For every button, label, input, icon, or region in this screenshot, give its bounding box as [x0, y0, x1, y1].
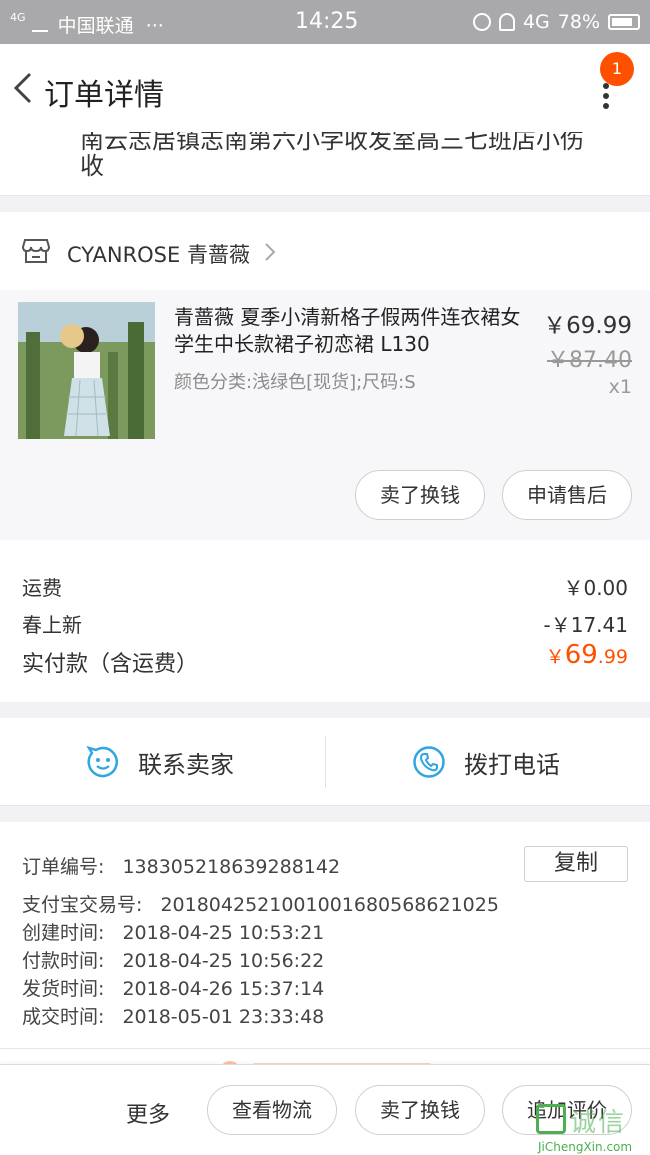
mute-bell-icon — [498, 13, 515, 31]
carrier-ellipsis: ··· — [145, 15, 164, 37]
status-right: 4G 78% — [472, 11, 640, 33]
carrier-name: 中国联通 — [57, 15, 134, 37]
call-phone-label: 拨打电话 — [464, 750, 560, 779]
more-button[interactable]: 更多 — [126, 1097, 170, 1129]
shipping-label: 运费 — [22, 576, 62, 600]
shipped-time-row: 发货时间: 2018-04-26 15:37:14 — [22, 974, 324, 1001]
store-icon — [22, 239, 50, 263]
notification-badge: 1 — [600, 52, 634, 86]
status-bar: 4G 中国联通 ··· 14:25 4G 78% — [0, 0, 650, 44]
back-arrow-icon[interactable] — [8, 68, 40, 108]
apply-after-sales-button[interactable]: 申请售后 — [502, 470, 632, 520]
alipay-number-value: 2018042521001001680568621025 — [160, 894, 499, 916]
created-time-value: 2018-04-25 10:53:21 — [122, 922, 325, 944]
network-tag: 4G — [10, 11, 26, 24]
discount-row: 春上新 -￥17.41 — [22, 609, 628, 638]
watermark-url: JiChengXin.com — [538, 1140, 633, 1154]
product-title[interactable]: 青蔷薇 夏季小清新格子假两件连衣裙女学生中长款裙子初恋裙 L130 — [174, 304, 530, 358]
order-number-value: 138305218639288142 — [122, 856, 341, 878]
created-time-row: 创建时间: 2018-04-25 10:53:21 — [22, 918, 324, 945]
shop-name[interactable]: CYANROSE 青蔷薇 — [67, 239, 250, 269]
completed-time-value: 2018-05-01 23:33:48 — [122, 1006, 325, 1028]
network-type: 4G — [522, 11, 550, 33]
contact-section: 联系卖家 拨打电话 — [0, 718, 650, 806]
completed-time-label: 成交时间: — [22, 1006, 105, 1028]
copy-order-number-button[interactable]: 复制 — [524, 846, 628, 882]
discount-value: -￥17.41 — [543, 613, 628, 637]
address-section: 南云志居镇志南第六小学收发室高三七班店小伤 收 — [0, 132, 650, 196]
watermark-text: 诚信 — [570, 1108, 627, 1138]
paid-label: 实付款（含运费） — [22, 652, 199, 677]
shipping-row: 运费 ￥0.00 — [22, 572, 628, 601]
chevron-right-icon[interactable] — [262, 240, 278, 264]
address-line-2: 收 — [80, 152, 104, 180]
product-sku: 颜色分类:浅绿色[现货];尺码:S — [174, 372, 416, 393]
product-price: ￥69.99 — [543, 313, 632, 339]
product-quantity: x1 — [608, 376, 632, 398]
contact-seller-button[interactable]: 联系卖家 — [86, 718, 234, 806]
page-title: 订单详情 — [44, 78, 164, 113]
shipping-value: ￥0.00 — [563, 576, 628, 600]
call-phone-button[interactable]: 拨打电话 — [412, 718, 560, 806]
sell-for-cash-bottom-button[interactable]: 卖了换钱 — [355, 1085, 485, 1135]
alipay-number-row: 支付宝交易号: 2018042521001001680568621025 — [22, 890, 499, 917]
contact-seller-label: 联系卖家 — [138, 750, 234, 779]
price-summary: 运费 ￥0.00 春上新 -￥17.41 实付款（含运费） ￥69.99 — [0, 540, 650, 702]
sell-for-cash-button[interactable]: 卖了换钱 — [355, 470, 485, 520]
order-number-row: 订单编号: 138305218639288142 — [22, 852, 340, 879]
paid-time-label: 付款时间: — [22, 950, 105, 972]
address-line-1: 南云志居镇志南第六小学收发室高三七班店小伤 — [80, 132, 584, 154]
paid-integer: 69 — [564, 640, 598, 670]
shipped-time-value: 2018-04-26 15:37:14 — [122, 978, 325, 1000]
created-time-label: 创建时间: — [22, 922, 105, 944]
paid-currency: ￥ — [545, 646, 565, 668]
alipay-number-label: 支付宝交易号: — [22, 894, 143, 916]
product-original-price: ￥87.40 — [547, 348, 632, 373]
paid-row: 实付款（含运费） ￥69.99 — [22, 640, 628, 678]
view-logistics-button[interactable]: 查看物流 — [207, 1085, 337, 1135]
paid-decimal: .99 — [597, 646, 628, 668]
battery-percent: 78% — [557, 11, 600, 33]
paid-time-row: 付款时间: 2018-04-25 10:56:22 — [22, 946, 324, 973]
phone-icon — [413, 746, 445, 778]
discount-label: 春上新 — [22, 613, 82, 637]
carrier-info: 4G 中国联通 ··· — [10, 11, 164, 38]
nav-bar: 订单详情 1 — [0, 44, 650, 132]
alarm-icon — [472, 13, 491, 31]
chat-face-icon — [86, 745, 118, 778]
battery-icon — [608, 14, 640, 30]
order-number-label: 订单编号: — [22, 856, 105, 878]
status-time: 14:25 — [295, 9, 359, 34]
paid-amount: ￥69.99 — [546, 640, 628, 670]
paid-time-value: 2018-04-25 10:56:22 — [122, 950, 325, 972]
shipped-time-label: 发货时间: — [22, 978, 105, 1000]
contact-divider — [325, 736, 326, 788]
watermark-logo-icon — [536, 1104, 566, 1134]
site-watermark: 诚信 JiChengXin.com — [536, 1100, 650, 1155]
signal-icon — [31, 18, 48, 32]
shop-header[interactable]: CYANROSE 青蔷薇 — [0, 212, 650, 290]
completed-time-row: 成交时间: 2018-05-01 23:33:48 — [22, 1002, 324, 1029]
order-info-section: 订单编号: 138305218639288142 复制 支付宝交易号: 2018… — [0, 822, 650, 1048]
order-item[interactable]: 青蔷薇 夏季小清新格子假两件连衣裙女学生中长款裙子初恋裙 L130 颜色分类:浅… — [0, 290, 650, 540]
product-thumbnail[interactable] — [18, 302, 155, 439]
